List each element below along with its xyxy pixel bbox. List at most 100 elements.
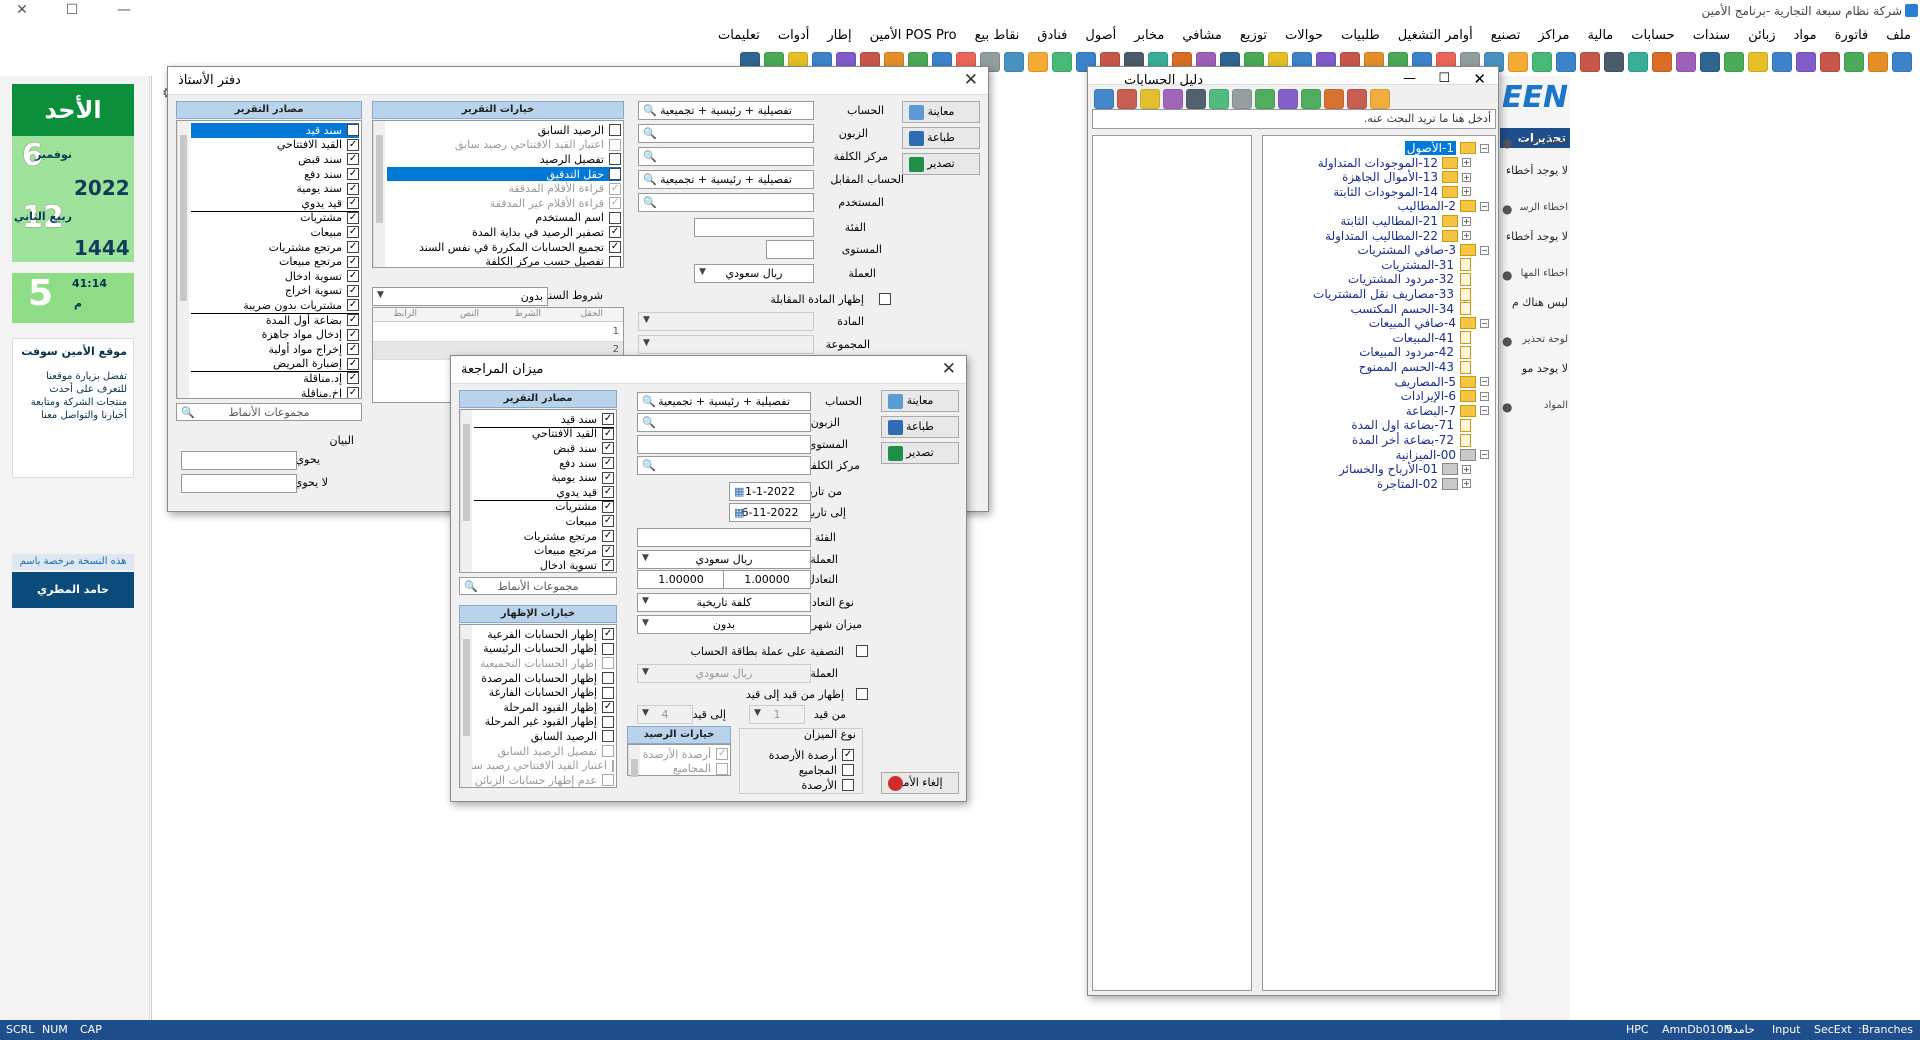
checkbox[interactable]: ✓ [602, 559, 614, 572]
class-input[interactable] [694, 218, 814, 237]
ledger-option-item[interactable]: اسم المستخدم [387, 211, 621, 226]
voucher-conditions-select[interactable]: ▼ بدون [372, 287, 548, 306]
toolbar-button-icon[interactable] [1868, 52, 1888, 72]
checkbox[interactable] [609, 255, 621, 267]
checkbox[interactable] [602, 686, 614, 699]
warning-header[interactable]: أخطاء المهام [1520, 268, 1568, 279]
trial-customer-input[interactable]: 🔍 [637, 413, 811, 432]
expand-icon[interactable]: + [1462, 479, 1471, 489]
balance-option-item[interactable]: المجاميع [642, 762, 728, 777]
coa-toolbar-button-icon[interactable] [1232, 89, 1252, 109]
checkbox[interactable]: ✓ [347, 124, 359, 137]
coa-toolbar-button-icon[interactable] [1255, 89, 1275, 109]
ledger-option-item[interactable]: ✓ قراءة الأقلام غير المدققة [387, 196, 621, 211]
trial-source-item[interactable]: ✓ مشتريات [474, 500, 614, 515]
menu-item[interactable]: فاتورة [1826, 26, 1878, 48]
toolbar-button-icon[interactable] [1748, 52, 1768, 72]
ledger-source-item[interactable]: ✓ مشتريات [191, 211, 359, 226]
trial-show-option-item[interactable]: عدم إظهار حسابات الزبائن [474, 773, 614, 787]
checkbox[interactable]: ✓ [347, 372, 359, 385]
to-date-input[interactable]: ▦ 6-11-2022 [729, 503, 811, 522]
scroll-thumb[interactable] [376, 135, 383, 223]
scroll-thumb[interactable] [631, 759, 638, 777]
coa-tree[interactable]: −1-الأصول +12-الموجودات المتداولة +13-الأم… [1262, 135, 1496, 991]
trial-show-option-item[interactable]: الرصيد السابق [474, 729, 614, 744]
trial-export-button[interactable]: تصدير [881, 442, 959, 464]
ledger-source-item[interactable]: ✓ إخراج مواد أولية [191, 342, 359, 357]
checkbox[interactable]: ✓ [842, 749, 854, 761]
tree-node[interactable]: 33-مصاريف نقل المشتريات [1313, 286, 1471, 302]
trial-show-option-item[interactable]: إظهار الحسابات التجميعية [474, 656, 614, 671]
toolbar-button-icon[interactable] [1892, 52, 1912, 72]
coa-minimize-button[interactable]: — [1403, 71, 1416, 86]
checkbox[interactable]: ✓ [602, 701, 614, 714]
trial-show-option-item[interactable]: إظهار القيود غير المرحلة [474, 715, 614, 730]
ledger-source-item[interactable]: ✓ مشتريات بدون ضريبة [191, 298, 359, 313]
tree-node[interactable]: +22-المطاليب المتداولة [1325, 228, 1471, 244]
coa-toolbar-button-icon[interactable] [1163, 89, 1183, 109]
trial-show-option-item[interactable]: تفصيل الرصيد السابق [474, 744, 614, 759]
checkbox[interactable]: ✓ [602, 427, 614, 440]
coa-toolbar-button-icon[interactable] [1140, 89, 1160, 109]
ledger-source-item[interactable]: ✓ إد.مناقلة [191, 371, 359, 386]
rate-b-input[interactable]: 1.00000 [723, 570, 811, 589]
checkbox[interactable] [612, 759, 614, 772]
coa-toolbar-button-icon[interactable] [1186, 89, 1206, 109]
ledger-source-item[interactable]: ✓ سند يومية [191, 181, 359, 196]
trial-show-option-item[interactable]: إظهار الحسابات المرصدة [474, 671, 614, 686]
close-button[interactable]: ✕ [8, 2, 36, 18]
trial-level-input[interactable] [637, 435, 811, 454]
ledger-option-item[interactable]: تفصيل الرصيد [387, 152, 621, 167]
checkbox[interactable] [602, 715, 614, 728]
checkbox[interactable]: ✓ [347, 197, 359, 210]
menu-item[interactable]: ملف [1877, 26, 1920, 48]
rate-a-input[interactable]: 1.00000 [637, 570, 725, 589]
contains-input[interactable] [181, 451, 297, 470]
menu-item[interactable]: نقاط بيع [966, 26, 1029, 48]
menu-item[interactable]: أصول [1076, 26, 1125, 48]
checkbox[interactable] [602, 730, 614, 743]
coa-toolbar-button-icon[interactable] [1117, 89, 1137, 109]
checkbox[interactable]: ✓ [347, 299, 359, 312]
scroll-thumb[interactable] [180, 135, 187, 302]
customer-input[interactable]: 🔍 [638, 124, 814, 143]
balance-type-option[interactable]: الأرصدة [801, 776, 854, 794]
checkbox[interactable] [602, 657, 614, 670]
warning-header[interactable]: أخطاء الرسائل [1520, 202, 1568, 213]
ledger-source-item[interactable]: ✓ سند قبض [191, 152, 359, 167]
collapse-icon[interactable]: − [1480, 450, 1489, 460]
ledger-source-item[interactable]: ✓ إضبارة المريض [191, 357, 359, 372]
trial-source-item[interactable]: ✓ سند دفع [474, 456, 614, 471]
checkbox[interactable]: ✓ [602, 486, 614, 499]
ledger-export-button[interactable]: تصدير [902, 153, 980, 175]
ledger-option-item[interactable]: الرصيد السابق [387, 123, 621, 138]
checkbox[interactable] [842, 764, 854, 776]
grid-row[interactable]: 1 [373, 324, 623, 342]
ledger-close-button[interactable]: ✕ [964, 70, 978, 90]
toolbar-button-icon[interactable] [1604, 52, 1624, 72]
currency-input[interactable]: ▼ ريال سعودي [694, 264, 814, 283]
checkbox[interactable] [602, 774, 614, 787]
menu-item[interactable]: مالية [1578, 26, 1622, 48]
ledger-source-item[interactable]: ✓ بضاعة أول المدة [191, 313, 359, 328]
menu-item[interactable]: حوالات [1276, 26, 1332, 48]
trial-currency-input[interactable]: ▼ ريال سعودي [637, 550, 811, 569]
checkbox[interactable]: ✓ [609, 197, 621, 210]
menu-item[interactable]: مراكز [1529, 26, 1578, 48]
ledger-source-item[interactable]: ✓ سند دفع [191, 167, 359, 182]
collapse-icon[interactable]: − [1480, 318, 1489, 328]
menu-item[interactable]: توزيع [1231, 26, 1276, 48]
tree-node[interactable]: +02-المتاجرة [1377, 476, 1471, 492]
user-input[interactable]: 🔍 [638, 193, 814, 212]
collapse-icon[interactable]: − [1480, 143, 1489, 153]
coa-close-button[interactable]: ✕ [1473, 70, 1486, 88]
tree-node[interactable]: +13-الأموال الجاهزة [1342, 169, 1471, 185]
checkbox[interactable] [609, 153, 621, 166]
coa-toolbar-button-icon[interactable] [1094, 89, 1114, 109]
trial-source-item[interactable]: ✓ قيد يدوي [474, 485, 614, 500]
tree-node[interactable]: 31-المشتريات [1381, 257, 1471, 273]
trial-show-option-item[interactable]: ✓ إظهار الحسابات الفرعية [474, 627, 614, 642]
checkbox[interactable]: ✓ [347, 328, 359, 341]
menu-item[interactable]: سندات [1684, 26, 1740, 48]
show-contra-checkbox[interactable] [879, 293, 891, 305]
